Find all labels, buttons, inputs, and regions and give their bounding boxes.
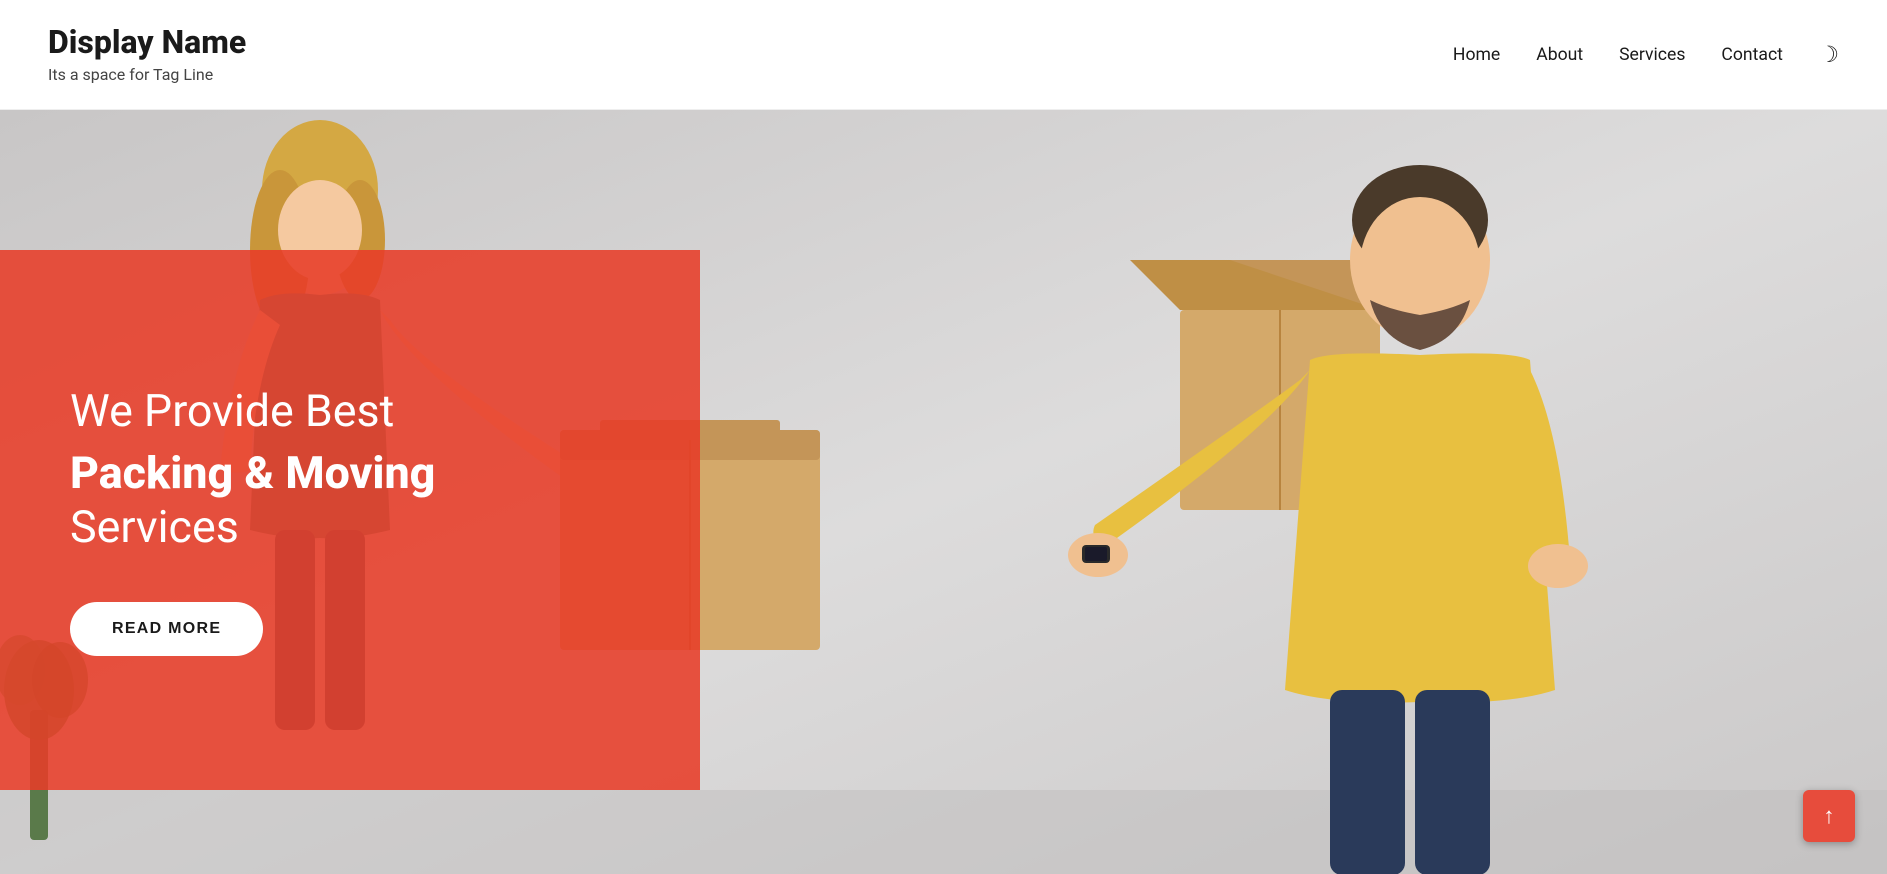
scroll-top-icon: ↑	[1823, 803, 1834, 829]
nav-services[interactable]: Services	[1619, 45, 1685, 65]
tagline: Its a space for Tag Line	[48, 65, 246, 84]
hero-text-block: We Provide Best Packing & Moving Service…	[70, 384, 630, 601]
hero-line1: We Provide Best	[70, 384, 630, 438]
hero-line3: Services	[70, 500, 630, 554]
site-header: Display Name Its a space for Tag Line Ho…	[0, 0, 1887, 110]
scroll-to-top-button[interactable]: ↑	[1803, 790, 1855, 842]
nav-contact[interactable]: Contact	[1721, 45, 1783, 65]
main-nav: Home About Services Contact ☽	[1453, 42, 1839, 68]
nav-home[interactable]: Home	[1453, 45, 1500, 65]
nav-about[interactable]: About	[1536, 45, 1583, 65]
read-more-button[interactable]: READ MORE	[70, 602, 263, 656]
hero-content-panel: We Provide Best Packing & Moving Service…	[0, 250, 700, 790]
hero-section: We Provide Best Packing & Moving Service…	[0, 110, 1887, 874]
dark-mode-toggle-icon[interactable]: ☽	[1819, 42, 1839, 68]
brand-name: Display Name	[48, 25, 246, 60]
hero-line2: Packing & Moving	[70, 446, 630, 500]
logo-area: Display Name Its a space for Tag Line	[48, 25, 246, 83]
